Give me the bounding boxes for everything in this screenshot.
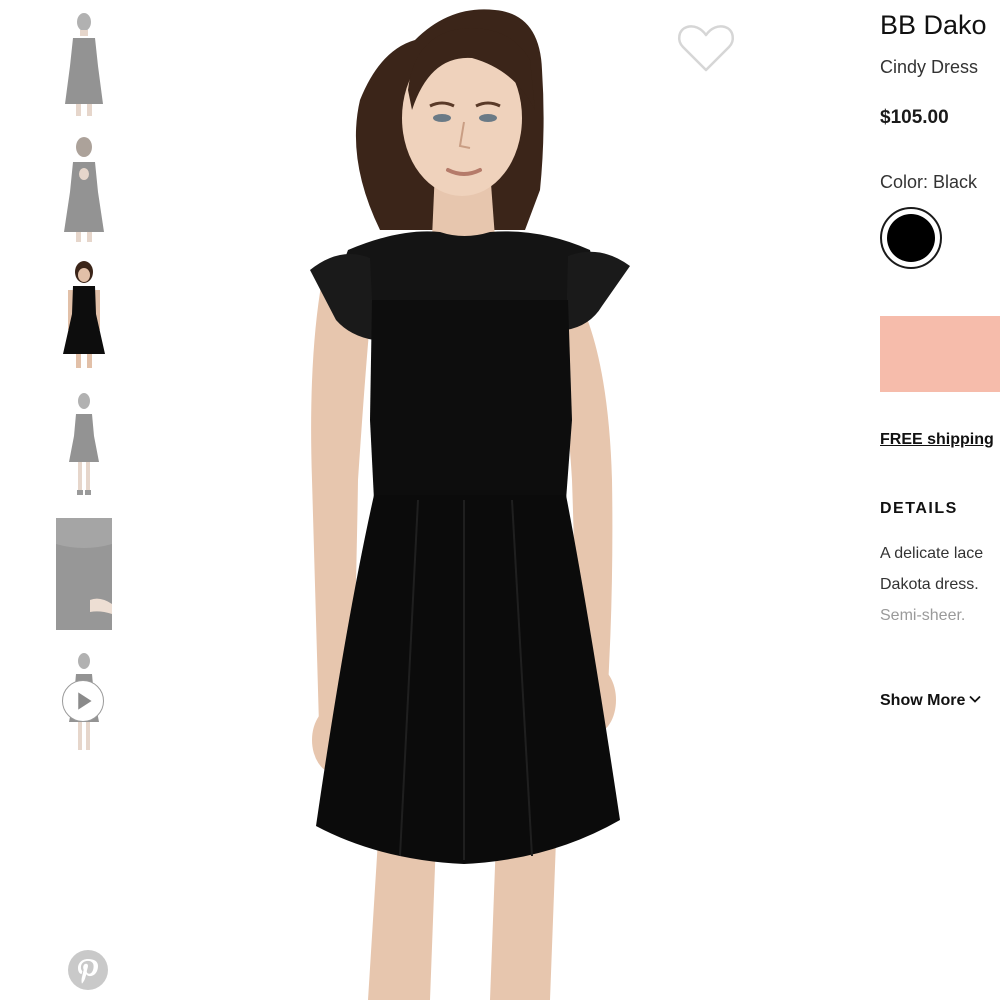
show-more-label: Show More <box>880 692 966 709</box>
details-text-line: A delicate lace <box>880 545 984 562</box>
pinterest-button[interactable] <box>68 950 108 990</box>
details-text-line: Dakota dress. <box>880 576 979 593</box>
show-more-button[interactable]: Show More <box>880 692 982 710</box>
product-hero-image[interactable] <box>250 0 730 1000</box>
product-page: BB Dako Cindy Dress $105.00 Color: Black… <box>0 0 1000 1000</box>
product-title: BB Dako <box>880 10 987 40</box>
thumbnail-full-length[interactable] <box>56 388 112 500</box>
product-price: $105.00 <box>880 107 949 128</box>
model-illustration <box>310 9 630 1000</box>
thumbnail-model-front[interactable] <box>56 258 112 370</box>
thumbnail-front[interactable] <box>56 6 112 118</box>
thumbnail-front-image <box>65 13 103 116</box>
play-icon <box>78 692 92 710</box>
play-video-button[interactable] <box>62 680 104 722</box>
heart-icon <box>678 25 734 72</box>
details-text-line: Semi-sheer. <box>880 607 966 624</box>
thumbnail-back-image <box>64 137 104 242</box>
thumbnail-detail-image <box>56 518 112 630</box>
color-swatch-fill <box>887 214 935 262</box>
pinterest-icon <box>78 959 98 984</box>
free-shipping-link[interactable]: FREE shipping <box>880 431 994 449</box>
thumbnail-back[interactable] <box>56 132 112 244</box>
favorite-button[interactable] <box>676 22 736 74</box>
add-to-bag-button[interactable] <box>880 316 1000 392</box>
product-info-panel: BB Dako Cindy Dress $105.00 Color: Black… <box>880 0 1000 1000</box>
color-label: Color: Black <box>880 172 978 192</box>
thumbnail-full-length-image <box>69 393 99 495</box>
product-subtitle: Cindy Dress <box>880 57 979 77</box>
color-swatch-black[interactable] <box>880 207 942 269</box>
thumbnail-model-front-image <box>63 261 105 368</box>
thumbnail-detail[interactable] <box>56 518 112 630</box>
chevron-down-icon <box>969 695 981 703</box>
details-heading: DETAILS <box>880 500 958 517</box>
